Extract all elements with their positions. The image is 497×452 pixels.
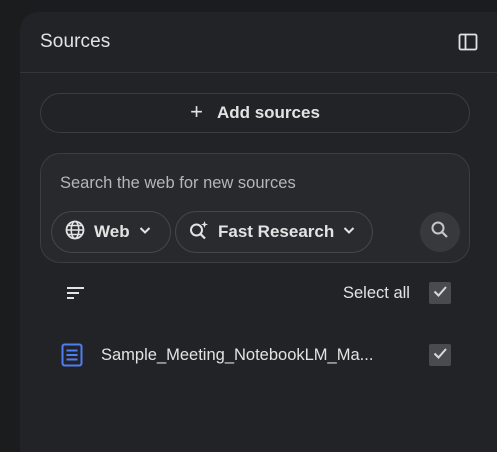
- collapse-panel-icon[interactable]: [457, 31, 479, 53]
- add-sources-button[interactable]: + Add sources: [40, 93, 470, 133]
- research-chip-label: Fast Research: [218, 222, 335, 241]
- chevron-down-icon: [342, 223, 356, 242]
- checkmark-icon: [431, 282, 449, 305]
- plus-icon: +: [190, 99, 203, 124]
- source-item[interactable]: Sample_Meeting_NotebookLM_Ma...: [40, 334, 470, 376]
- panel-title: Sources: [40, 31, 111, 52]
- search-icon: [430, 220, 450, 245]
- web-chip-label: Web: [94, 222, 130, 241]
- web-source-dropdown[interactable]: Web: [51, 211, 171, 253]
- research-mode-dropdown[interactable]: Fast Research: [175, 211, 373, 253]
- select-all-label[interactable]: Select all: [343, 284, 410, 303]
- search-input[interactable]: Search the web for new sources: [60, 174, 296, 193]
- source-name: Sample_Meeting_NotebookLM_Ma...: [101, 346, 374, 364]
- research-sparkle-icon: [188, 219, 210, 246]
- chevron-down-icon: [138, 223, 152, 242]
- globe-icon: [64, 219, 86, 246]
- sort-icon[interactable]: [64, 281, 88, 305]
- select-all-checkbox[interactable]: [429, 282, 451, 304]
- panel-header: Sources: [20, 12, 497, 73]
- add-sources-label: Add sources: [216, 103, 320, 122]
- source-checkbox[interactable]: [429, 344, 451, 366]
- sources-panel: Sources + Add sources Search the web for…: [20, 12, 497, 452]
- checkmark-icon: [431, 344, 449, 367]
- search-submit-button[interactable]: [420, 212, 460, 252]
- web-search-box[interactable]: Search the web for new sources Web Fast …: [40, 153, 470, 263]
- document-icon: [60, 343, 84, 367]
